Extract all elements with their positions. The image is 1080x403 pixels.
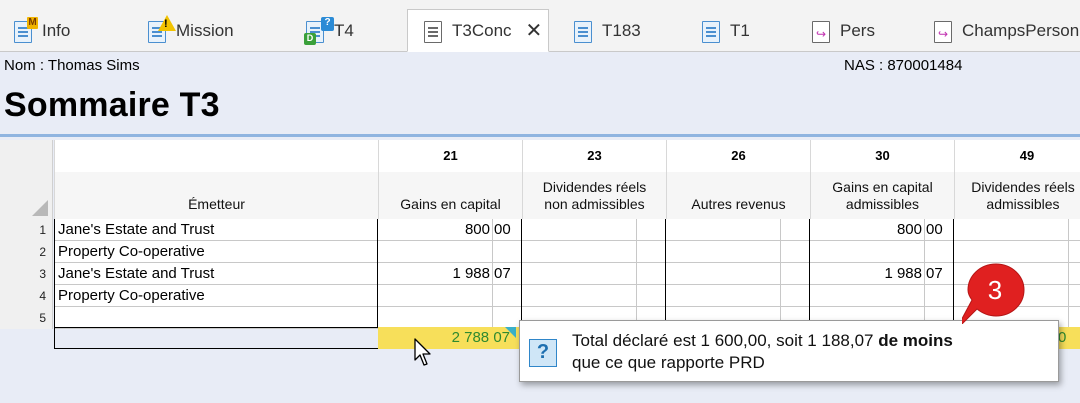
column-label: Gains en capital — [400, 196, 501, 212]
taxpayer-sin: NAS : 870001484 — [844, 57, 963, 74]
gains-admissibles-amount[interactable]: 1 988 — [810, 263, 922, 284]
emetteur-cell[interactable]: Property Co-operative — [58, 285, 205, 306]
grid-line — [636, 219, 637, 328]
tab-pers[interactable]: ↪ Pers — [812, 10, 875, 52]
column-header-emetteur[interactable]: Émetteur — [54, 140, 378, 219]
table-row: Jane's Estate and Trust 1 988 07 1 988 0… — [54, 263, 1080, 285]
column-label: Dividendes réels admissibles — [971, 179, 1075, 212]
column-label: Autres revenus — [691, 196, 786, 212]
discrepancy-tooltip: ? Total déclaré est 1 600,00, soit 1 188… — [519, 320, 1059, 382]
gains-admissibles-amount[interactable]: 800 — [810, 219, 922, 240]
tab-label: T183 — [602, 21, 641, 40]
table-row: Property Co-operative — [54, 241, 1080, 263]
grid-line — [492, 219, 493, 328]
title-divider — [0, 134, 1080, 137]
document-icon — [702, 19, 724, 43]
column-header-26[interactable]: 26 Autres revenus — [666, 140, 810, 219]
grid-line — [665, 219, 666, 328]
column-header-23[interactable]: 23 Dividendes réels non admissibles — [522, 140, 666, 219]
column-number: 26 — [731, 148, 746, 163]
gains-capital-amount[interactable] — [378, 285, 490, 306]
column-number: 30 — [875, 148, 890, 163]
total-cell-49[interactable]: 0 00 — [1058, 327, 1080, 349]
gains-capital-cents[interactable] — [494, 285, 514, 306]
gains-capital-cents[interactable] — [494, 241, 514, 262]
column-label: Dividendes réels non admissibles — [542, 179, 647, 212]
column-number: 21 — [443, 148, 458, 163]
column-label: Émetteur — [188, 196, 245, 212]
emetteur-cell[interactable]: Jane's Estate and Trust — [58, 219, 214, 240]
gains-admissibles-amount[interactable] — [810, 285, 922, 306]
grid-line — [377, 219, 378, 328]
tab-label: T1 — [730, 21, 750, 40]
total-value-21: 2 788 07 — [451, 329, 510, 346]
column-label: Gains en capital admissibles — [832, 179, 933, 212]
page-title: Sommaire T3 — [4, 86, 220, 124]
tab-t183[interactable]: T183 — [574, 10, 641, 52]
gains-capital-cents[interactable]: 07 — [494, 263, 514, 284]
tab-t3conc[interactable]: T3Conc ✕ — [407, 9, 549, 52]
taxpayer-name: Nom : Thomas Sims — [4, 57, 140, 74]
grid-line — [809, 219, 810, 328]
document-icon — [574, 19, 596, 43]
grid-line — [54, 219, 55, 349]
emetteur-cell[interactable]: Property Co-operative — [58, 241, 205, 262]
tab-mission[interactable]: ! Mission — [148, 10, 234, 52]
callout-number: 3 — [988, 275, 1002, 305]
document-question-icon: ? D — [304, 17, 334, 45]
gains-admissibles-cents[interactable]: 07 — [926, 263, 946, 284]
comment-marker-icon — [505, 327, 516, 338]
gains-admissibles-amount[interactable] — [810, 241, 922, 262]
column-header-30[interactable]: 30 Gains en capital admissibles — [810, 140, 954, 219]
table-row: Property Co-operative — [54, 285, 1080, 307]
emetteur-cell[interactable]: Jane's Estate and Trust — [58, 263, 214, 284]
question-icon: ? — [529, 339, 557, 367]
mouse-cursor-icon — [414, 338, 431, 366]
grid-line — [924, 219, 925, 328]
table-row: Jane's Estate and Trust 800 00 800 00 — [54, 219, 1080, 241]
row-number[interactable]: 2 — [0, 241, 53, 263]
document-plain-icon — [424, 19, 446, 43]
tab-label: T4 — [334, 21, 354, 40]
tab-label: Pers — [840, 21, 875, 40]
document-warning-icon: ! — [148, 15, 176, 43]
column-header-21[interactable]: 21 Gains en capital — [378, 140, 522, 219]
gains-admissibles-cents[interactable] — [926, 285, 946, 306]
document-arrow-icon: ↪ — [812, 19, 834, 43]
tab-bar: M Info ! Mission ? D T4 T3Conc ✕ T183 T1… — [0, 0, 1080, 52]
gains-admissibles-cents[interactable] — [926, 241, 946, 262]
grid-line — [1068, 219, 1069, 328]
document-arrow-icon: ↪ — [934, 19, 956, 43]
tab-t1[interactable]: T1 — [702, 10, 750, 52]
tab-label: ChampsPerson — [962, 21, 1080, 40]
grid-line — [953, 219, 954, 328]
tab-label: Info — [42, 21, 71, 40]
row-number[interactable]: 5 — [0, 307, 53, 329]
callout-marker: 3 — [962, 263, 1025, 324]
column-header-49[interactable]: 49 Dividendes réels admissibles — [954, 140, 1080, 219]
gains-capital-cents[interactable]: 00 — [494, 219, 514, 240]
column-number: 49 — [1019, 148, 1035, 163]
gains-capital-amount[interactable]: 1 988 — [378, 263, 490, 284]
select-all-icon — [32, 200, 48, 216]
tab-t4[interactable]: ? D T4 — [304, 10, 354, 52]
gains-capital-amount[interactable] — [378, 241, 490, 262]
grid-line — [521, 219, 522, 328]
tab-info[interactable]: M Info — [14, 10, 70, 52]
close-icon[interactable]: ✕ — [526, 18, 543, 43]
gains-capital-amount[interactable]: 800 — [378, 219, 490, 240]
row-number[interactable]: 4 — [0, 285, 53, 307]
tab-label: Mission — [176, 21, 234, 40]
tooltip-message: Total déclaré est 1 600,00, soit 1 188,0… — [572, 331, 953, 372]
tab-champsperson[interactable]: ↪ ChampsPerson — [934, 10, 1079, 52]
grid-line — [780, 219, 781, 328]
column-number: 23 — [587, 148, 602, 163]
document-m-icon: M — [14, 17, 38, 43]
gains-admissibles-cents[interactable]: 00 — [926, 219, 946, 240]
row-number[interactable]: 1 — [0, 219, 53, 241]
row-number[interactable]: 3 — [0, 263, 53, 285]
tab-label: T3Conc — [452, 20, 512, 40]
